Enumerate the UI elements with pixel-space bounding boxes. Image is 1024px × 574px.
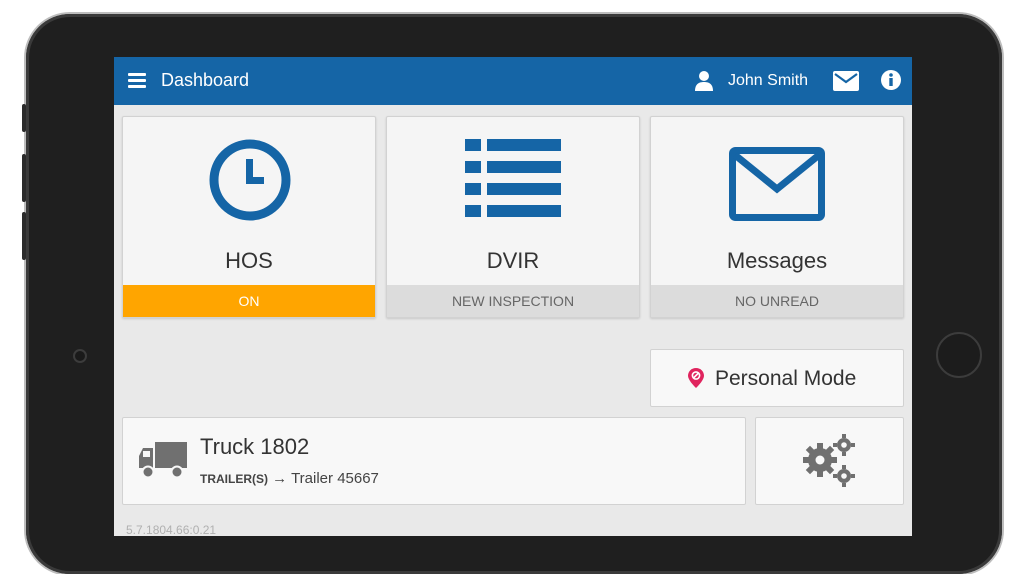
tile-label: HOS: [225, 248, 273, 273]
volume-up-button: [22, 154, 26, 202]
tile-label: DVIR: [486, 248, 540, 273]
location-pin-icon: [688, 368, 704, 388]
app-version: 5.7.1804.66:0.21: [126, 523, 217, 536]
arrow-icon: →: [272, 470, 288, 487]
hos-status-badge: ON: [123, 285, 375, 317]
personal-mode-button[interactable]: Personal Mode: [650, 349, 904, 407]
messages-status-badge: NO UNREAD: [651, 285, 903, 317]
tile-label: Messages: [726, 248, 828, 273]
user-name[interactable]: John Smith: [728, 72, 808, 90]
mute-switch: [22, 104, 26, 132]
app-screen: Dashboard John Smith HOS ON DVIR NEW INS…: [114, 57, 912, 536]
mail-icon[interactable]: [833, 71, 859, 91]
home-button[interactable]: [936, 332, 982, 378]
hamburger-menu-icon[interactable]: [128, 73, 146, 88]
settings-button[interactable]: [755, 417, 904, 505]
trailer-key: TRAILER(S): [200, 472, 268, 486]
dvir-tile[interactable]: DVIR NEW INSPECTION: [386, 116, 640, 318]
volume-down-button: [22, 212, 26, 260]
page-title: Dashboard: [161, 70, 250, 90]
info-icon[interactable]: [880, 69, 902, 91]
personal-mode-label: Personal Mode: [715, 367, 857, 390]
hos-tile[interactable]: HOS ON: [122, 116, 376, 318]
top-bar: Dashboard John Smith: [114, 57, 912, 105]
clock-icon: [209, 139, 291, 221]
gears-icon: [803, 434, 855, 487]
list-icon: [465, 139, 561, 217]
dvir-status-badge: NEW INSPECTION: [387, 285, 639, 317]
envelope-icon: [729, 147, 825, 221]
front-camera: [73, 349, 87, 363]
trailer-info: TRAILER(S) → Trailer 45667: [200, 470, 379, 487]
trailer-name: Trailer 45667: [291, 470, 379, 487]
messages-tile[interactable]: Messages NO UNREAD: [650, 116, 904, 318]
user-icon: [695, 71, 713, 91]
vehicle-card[interactable]: Truck 1802 TRAILER(S) → Trailer 45667: [122, 417, 746, 505]
truck-name: Truck 1802: [200, 434, 310, 459]
truck-icon: [139, 442, 187, 479]
